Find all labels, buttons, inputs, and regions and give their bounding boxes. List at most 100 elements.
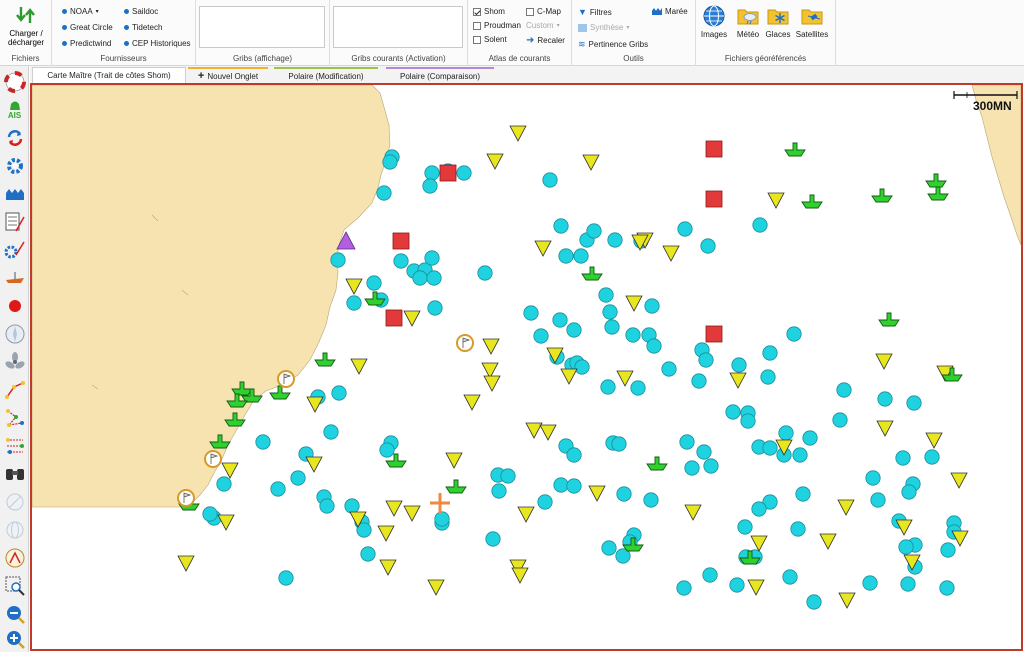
compass-button[interactable]: [2, 321, 27, 346]
buoy-marker[interactable]: [731, 357, 747, 373]
solent-checkbox[interactable]: Solent: [473, 35, 507, 44]
buoy-marker[interactable]: [790, 521, 806, 537]
buoy-marker[interactable]: [553, 218, 569, 234]
buoy-marker[interactable]: [795, 486, 811, 502]
buoy-marker[interactable]: [792, 447, 808, 463]
forecast-triangle-marker[interactable]: [616, 370, 634, 387]
waypoint-flag-marker[interactable]: [204, 450, 222, 468]
buoy-marker[interactable]: [382, 154, 398, 170]
forecast-triangle-marker[interactable]: [767, 192, 785, 209]
ship-marker[interactable]: [925, 173, 947, 188]
provider-saildoc[interactable]: Saildoc: [124, 7, 158, 16]
buoy-marker[interactable]: [500, 468, 516, 484]
forecast-triangle-marker[interactable]: [305, 456, 323, 473]
buoy-marker[interactable]: [346, 295, 362, 311]
shom-checkbox[interactable]: Shom: [473, 7, 505, 16]
charger-decharger-button[interactable]: [10, 4, 42, 28]
forecast-triangle-marker[interactable]: [463, 394, 481, 411]
forecast-triangle-marker[interactable]: [345, 278, 363, 295]
buoy-marker[interactable]: [456, 165, 472, 181]
buoy-marker[interactable]: [802, 430, 818, 446]
buoy-marker[interactable]: [602, 304, 618, 320]
forecast-triangle-marker[interactable]: [875, 353, 893, 370]
buoy-marker[interactable]: [643, 492, 659, 508]
buoy-marker[interactable]: [752, 217, 768, 233]
buoy-marker[interactable]: [552, 312, 568, 328]
chart-map-canvas[interactable]: 300MN: [30, 83, 1023, 651]
buoy-marker[interactable]: [586, 223, 602, 239]
tool-disabled-2-button[interactable]: [2, 517, 27, 542]
glaces-button[interactable]: Glaces: [762, 4, 794, 39]
ship-marker[interactable]: [927, 186, 949, 201]
ship-marker[interactable]: [801, 194, 823, 209]
buoy-marker[interactable]: [630, 380, 646, 396]
buoy-marker[interactable]: [778, 425, 794, 441]
buoy-marker[interactable]: [900, 576, 916, 592]
buoy-marker[interactable]: [782, 569, 798, 585]
buoy-marker[interactable]: [319, 498, 335, 514]
buoy-marker[interactable]: [434, 511, 450, 527]
buoy-marker[interactable]: [344, 498, 360, 514]
custom-dropdown[interactable]: Custom ▾: [526, 21, 560, 30]
buoy-marker[interactable]: [523, 305, 539, 321]
filtres-button[interactable]: ▼ Filtres: [578, 7, 612, 17]
forecast-triangle-marker[interactable]: [819, 533, 837, 550]
forecast-triangle-marker[interactable]: [517, 506, 535, 523]
buoy-marker[interactable]: [895, 450, 911, 466]
buoy-marker[interactable]: [424, 250, 440, 266]
buoy-marker[interactable]: [806, 594, 822, 610]
waypoint-flag-marker[interactable]: [456, 334, 474, 352]
buoy-marker[interactable]: [427, 300, 443, 316]
synthese-dropdown[interactable]: Synthèse ▾: [578, 23, 629, 32]
station-square-marker[interactable]: [385, 309, 403, 327]
forecast-triangle-marker[interactable]: [582, 154, 600, 171]
buoy-marker[interactable]: [216, 476, 232, 492]
station-square-marker[interactable]: [439, 164, 457, 182]
buoy-marker[interactable]: [940, 542, 956, 558]
ship-marker[interactable]: [871, 188, 893, 203]
buoy-marker[interactable]: [684, 460, 700, 476]
buoy-marker[interactable]: [376, 185, 392, 201]
buoy-marker[interactable]: [616, 486, 632, 502]
forecast-triangle-marker[interactable]: [385, 500, 403, 517]
forecast-triangle-marker[interactable]: [379, 559, 397, 576]
buoy-marker[interactable]: [360, 546, 376, 562]
buoy-marker[interactable]: [644, 298, 660, 314]
forecast-triangle-marker[interactable]: [509, 125, 527, 142]
buoy-marker[interactable]: [870, 492, 886, 508]
buoy-marker[interactable]: [379, 442, 395, 458]
satellites-button[interactable]: Satellites: [794, 4, 830, 39]
buoy-marker[interactable]: [331, 385, 347, 401]
boat-button[interactable]: [2, 265, 27, 290]
buoy-marker[interactable]: [290, 470, 306, 486]
ship-marker[interactable]: [445, 479, 467, 494]
proudman-checkbox[interactable]: Proudman: [473, 21, 521, 30]
zoom-select-button[interactable]: [2, 573, 27, 598]
forecast-triangle-marker[interactable]: [876, 420, 894, 437]
ais-button[interactable]: AIS: [2, 97, 27, 122]
recaler-button[interactable]: ➜ Recaler: [526, 35, 565, 46]
station-square-marker[interactable]: [705, 140, 723, 158]
buoy-marker[interactable]: [485, 531, 501, 547]
ship-marker[interactable]: [314, 352, 336, 367]
ship-marker[interactable]: [878, 312, 900, 327]
route-settings-button[interactable]: [2, 237, 27, 262]
gribs-affichage-panel[interactable]: [199, 6, 325, 48]
forecast-triangle-marker[interactable]: [445, 452, 463, 469]
provider-great-circle[interactable]: Great Circle: [62, 23, 113, 32]
provider-noaa[interactable]: NOAA ▾: [62, 7, 99, 16]
buoy-marker[interactable]: [477, 265, 493, 281]
waypoint-flag-marker[interactable]: [177, 489, 195, 507]
refresh-button[interactable]: [2, 125, 27, 150]
forecast-triangle-marker[interactable]: [729, 372, 747, 389]
ship-marker[interactable]: [581, 266, 603, 281]
buoy-marker[interactable]: [533, 328, 549, 344]
buoy-marker[interactable]: [566, 447, 582, 463]
forecast-triangle-marker[interactable]: [539, 424, 557, 441]
binoculars-button[interactable]: [2, 461, 27, 486]
route-waypoints-button[interactable]: [2, 405, 27, 430]
buoy-marker[interactable]: [691, 373, 707, 389]
buoy-marker[interactable]: [278, 570, 294, 586]
meteo-button[interactable]: Météo: [732, 4, 764, 39]
cmap-checkbox[interactable]: C-Map: [526, 7, 561, 16]
